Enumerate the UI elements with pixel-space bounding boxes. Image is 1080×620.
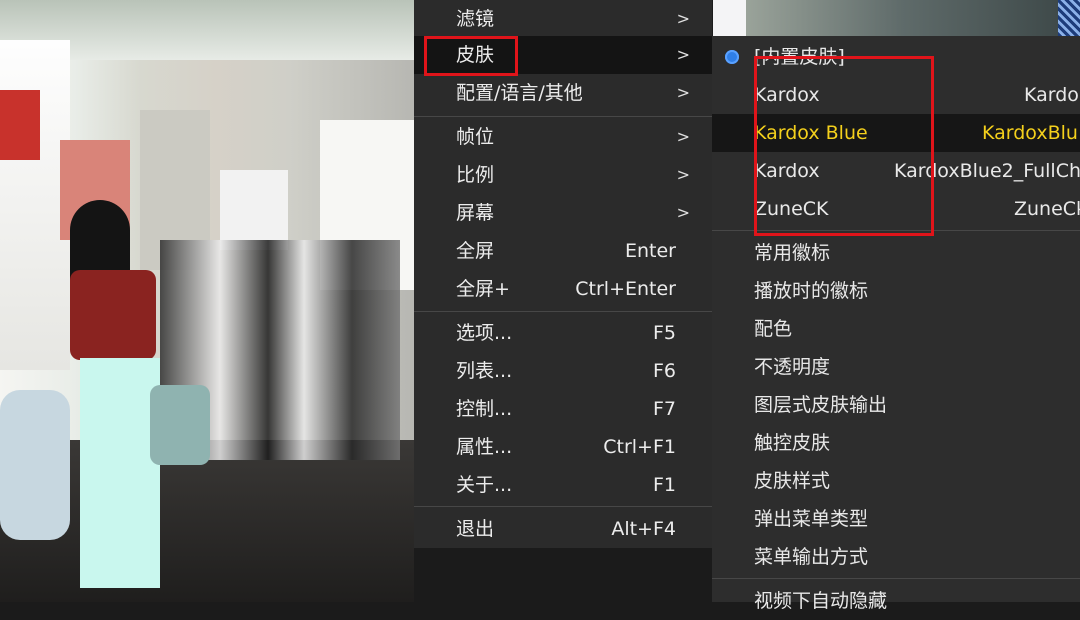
chevron-right-icon: > — [676, 203, 690, 222]
skin-option-playing-logo[interactable]: 播放时的徽标 — [712, 272, 1080, 310]
menu-item-label: 比例 — [456, 164, 495, 186]
menu-item-shortcut: Alt+F4 — [611, 518, 676, 540]
menu-item-screen[interactable]: 屏幕 > — [414, 194, 712, 232]
menu-item-label: 关于... — [456, 474, 513, 496]
menu-item-label: 退出 — [456, 518, 495, 540]
menu-item-label: 帧位 — [456, 126, 495, 148]
chevron-right-icon: > — [676, 9, 690, 28]
menu-item-control[interactable]: 控制... F7 — [414, 390, 712, 428]
skin-option-menu-output[interactable]: 菜单输出方式 — [712, 538, 1080, 576]
menu-item-label: 全屏 — [456, 240, 495, 262]
seated-person — [0, 390, 70, 540]
menu-item-label: 配置/语言/其他 — [456, 82, 583, 104]
menu-item-config-language-other[interactable]: 配置/语言/其他 > — [414, 74, 712, 112]
skin-option-label: 常用徽标 — [754, 242, 831, 264]
chevron-right-icon: > — [676, 127, 690, 146]
menu-item-ratio[interactable]: 比例 > — [414, 156, 712, 194]
menu-item-label: 屏幕 — [456, 202, 495, 224]
red-sign — [0, 90, 40, 160]
chevron-right-icon: > — [676, 83, 690, 102]
menu-item-shortcut: F6 — [652, 360, 676, 382]
chevron-right-icon: > — [676, 45, 690, 64]
menu-item-label: 滤镜 — [456, 8, 495, 30]
menu-separator — [414, 116, 712, 117]
menu-item-shortcut: F7 — [652, 398, 676, 420]
menu-item-shortcut: F1 — [652, 474, 676, 496]
menu-item-exit[interactable]: 退出 Alt+F4 — [414, 510, 712, 548]
menu-separator — [712, 578, 1080, 579]
corner-noise — [1058, 0, 1080, 36]
annotation-box-skin — [424, 36, 518, 76]
skin-option-skin-style[interactable]: 皮肤样式 — [712, 462, 1080, 500]
woman-pants — [80, 358, 160, 588]
context-menu: 滤镜 > 皮肤 > 配置/语言/其他 > 帧位 > 比例 > 屏幕 > 全屏 E… — [414, 0, 713, 548]
menu-item-properties[interactable]: 属性... Ctrl+F1 — [414, 428, 712, 466]
radio-selected-icon — [725, 50, 739, 64]
annotation-box-skins — [754, 56, 934, 236]
menu-item-label: 选项... — [456, 322, 513, 344]
skin-item-file: ZuneCk — [1014, 198, 1080, 220]
skin-option-common-logo[interactable]: 常用徽标 — [712, 234, 1080, 272]
skin-option-label: 配色 — [754, 318, 793, 340]
menu-item-filter[interactable]: 滤镜 > — [414, 0, 712, 38]
menu-item-about[interactable]: 关于... F1 — [414, 466, 712, 504]
white-patch — [712, 0, 746, 36]
woman-top — [70, 270, 156, 360]
video-frame — [0, 0, 414, 602]
top-thumbnail — [746, 0, 1058, 36]
menu-item-label: 控制... — [456, 398, 513, 420]
skin-option-label: 皮肤样式 — [754, 470, 831, 492]
skin-item-file: Kardo — [1024, 84, 1079, 106]
menu-item-frame[interactable]: 帧位 > — [414, 118, 712, 156]
skin-option-touch-skin[interactable]: 触控皮肤 — [712, 424, 1080, 462]
skin-option-label: 视频下自动隐藏 — [754, 590, 888, 612]
skin-option-opacity[interactable]: 不透明度 — [712, 348, 1080, 386]
menu-item-label: 列表... — [456, 360, 513, 382]
skin-option-color-scheme[interactable]: 配色 — [712, 310, 1080, 348]
bag — [150, 385, 210, 465]
skin-option-label: 触控皮肤 — [754, 432, 831, 454]
menu-separator — [414, 506, 712, 507]
menu-item-label: 全屏+ — [456, 278, 510, 300]
skin-option-label: 菜单输出方式 — [754, 546, 869, 568]
menu-separator — [414, 311, 712, 312]
poster-display — [220, 170, 288, 250]
menu-item-options[interactable]: 选项... F5 — [414, 314, 712, 352]
menu-item-shortcut: Ctrl+F1 — [603, 436, 676, 458]
skin-option-popup-menu-type[interactable]: 弹出菜单类型 — [712, 500, 1080, 538]
menu-item-shortcut: Ctrl+Enter — [575, 278, 676, 300]
menu-item-playlist[interactable]: 列表... F6 — [414, 352, 712, 390]
chevron-right-icon: > — [676, 165, 690, 184]
skin-option-label: 播放时的徽标 — [754, 280, 869, 302]
skin-option-auto-hide[interactable]: 视频下自动隐藏 — [712, 582, 1080, 620]
skin-option-label: 图层式皮肤输出 — [754, 394, 888, 416]
menu-item-fullscreen-plus[interactable]: 全屏+ Ctrl+Enter — [414, 270, 712, 308]
menu-item-label: 属性... — [456, 436, 513, 458]
menu-item-shortcut: Enter — [625, 240, 676, 262]
menu-item-shortcut: F5 — [652, 322, 676, 344]
skin-item-file: KardoxBlu — [982, 122, 1078, 144]
menu-item-fullscreen[interactable]: 全屏 Enter — [414, 232, 712, 270]
skin-option-layered-output[interactable]: 图层式皮肤输出 — [712, 386, 1080, 424]
skin-option-label: 不透明度 — [754, 356, 831, 378]
skin-option-label: 弹出菜单类型 — [754, 508, 869, 530]
